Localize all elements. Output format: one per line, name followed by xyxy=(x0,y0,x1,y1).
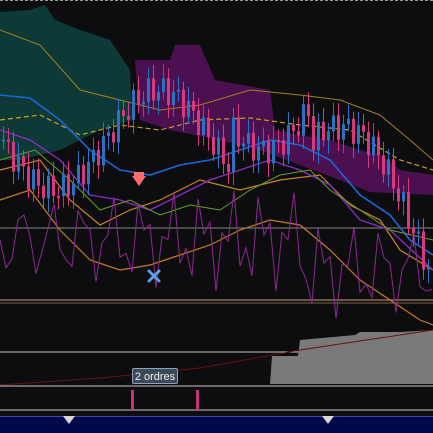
candle-body xyxy=(62,174,65,197)
down-arrow-signal-icon xyxy=(134,172,144,176)
candle-body xyxy=(357,125,360,144)
candle-body xyxy=(267,140,270,164)
candle-body xyxy=(147,78,150,102)
order-tick xyxy=(196,390,199,410)
candle-body xyxy=(127,115,130,120)
candle-body xyxy=(107,132,110,137)
candle-body xyxy=(362,125,365,132)
momentum-indicator xyxy=(0,190,433,319)
candle-body xyxy=(112,132,115,143)
order-tick xyxy=(131,390,134,410)
candle-body xyxy=(307,104,310,117)
candle-body xyxy=(7,139,10,142)
candle-body xyxy=(187,100,190,118)
candle-body xyxy=(367,131,370,156)
nav-marker-icon[interactable] xyxy=(63,416,75,424)
candle-body xyxy=(122,110,125,116)
candle-body xyxy=(312,116,315,151)
volume-area xyxy=(270,330,433,384)
candle-body xyxy=(47,175,50,199)
candle-body xyxy=(202,117,205,136)
candle-body xyxy=(157,91,160,101)
candle-body xyxy=(72,183,75,196)
candle-body xyxy=(152,78,155,101)
candle-body xyxy=(17,156,20,172)
candle-body xyxy=(342,124,345,140)
candle-body xyxy=(337,115,340,140)
candle-body xyxy=(182,89,185,118)
candle-body xyxy=(37,169,40,186)
down-arrow-signal-icon xyxy=(132,176,146,186)
candle-body xyxy=(87,161,90,185)
candle-body xyxy=(407,192,410,228)
candle-body xyxy=(197,110,200,136)
candle-body xyxy=(332,115,335,132)
candle-body xyxy=(297,131,300,136)
nav-marker-icon[interactable] xyxy=(322,416,334,424)
candle-body xyxy=(42,185,45,199)
candle-body xyxy=(57,195,60,198)
candle-body xyxy=(92,149,95,162)
candle-body xyxy=(52,175,55,196)
candle-body xyxy=(352,118,355,144)
trading-chart[interactable]: 2 ordres xyxy=(0,0,433,433)
candle-body xyxy=(417,231,420,234)
candle-body xyxy=(302,104,305,136)
candle-body xyxy=(207,117,210,137)
candle-body xyxy=(117,110,120,143)
candle-body xyxy=(247,132,250,144)
candle-body xyxy=(237,117,240,147)
candle-body xyxy=(2,139,5,142)
candle-body xyxy=(192,100,195,111)
candle-body xyxy=(252,132,255,161)
candle-body xyxy=(12,141,15,172)
candle-body xyxy=(257,146,260,161)
candle-body xyxy=(172,91,175,106)
candle-body xyxy=(427,267,430,270)
candle-body xyxy=(27,166,30,190)
candle-body xyxy=(22,156,25,167)
candle-body xyxy=(177,89,180,92)
candle-body xyxy=(327,131,330,141)
candle-body xyxy=(97,149,100,166)
orders-tag[interactable]: 2 ordres xyxy=(132,368,178,384)
candle-body xyxy=(242,143,245,147)
candle-body xyxy=(292,124,295,132)
candle-body xyxy=(82,164,85,185)
candle-body xyxy=(412,227,415,234)
candle-body xyxy=(212,136,215,155)
candle-body xyxy=(232,117,235,173)
candle-body xyxy=(67,174,70,196)
candle-body xyxy=(402,192,405,202)
candle-body xyxy=(262,140,265,147)
price-chart-canvas[interactable] xyxy=(0,0,433,433)
candle-body xyxy=(217,137,220,155)
candle-body xyxy=(277,139,280,142)
candle-body xyxy=(347,118,350,125)
candle-body xyxy=(282,140,285,155)
candle-body xyxy=(272,139,275,164)
candle-body xyxy=(287,124,290,155)
candle-body xyxy=(397,188,400,202)
candle-body xyxy=(422,231,425,270)
candle-body xyxy=(382,155,385,175)
candle-body xyxy=(387,159,390,175)
candle-body xyxy=(322,121,325,141)
candle-body xyxy=(162,78,165,92)
candle-body xyxy=(132,89,135,120)
candle-body xyxy=(222,137,225,164)
orders-tag-label: 2 ordres xyxy=(134,371,176,383)
candle-body xyxy=(392,159,395,189)
candle-body xyxy=(142,101,145,105)
candle-body xyxy=(102,136,105,166)
candle-body xyxy=(317,121,320,151)
candle-body xyxy=(227,163,230,173)
candle-body xyxy=(167,78,170,106)
candle-body xyxy=(372,136,375,156)
candle-body xyxy=(377,136,380,156)
candle-body xyxy=(32,169,35,190)
candle-body xyxy=(137,89,140,105)
candle-body xyxy=(77,164,80,184)
